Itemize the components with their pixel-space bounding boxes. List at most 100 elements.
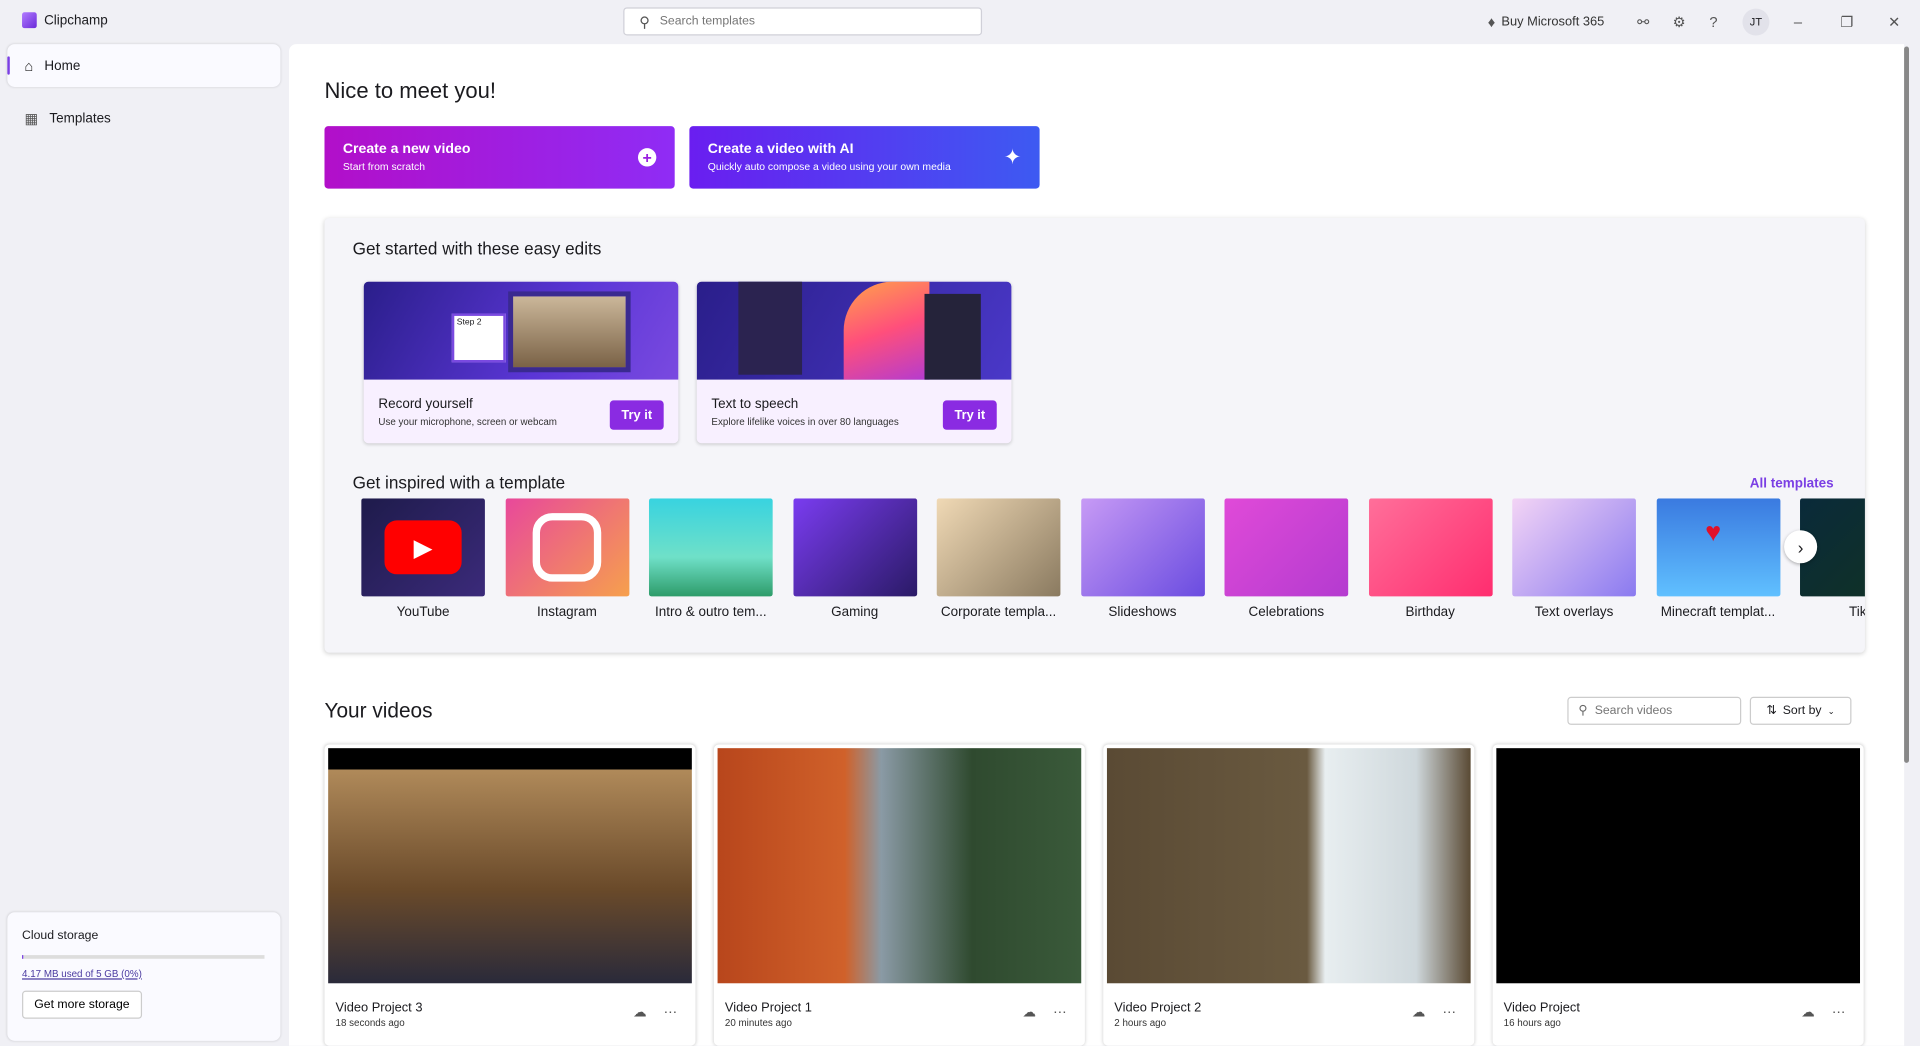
template-label: Instagram (536, 604, 597, 620)
more-options-icon[interactable]: ⋯ (1832, 1004, 1845, 1020)
cloud-off-icon[interactable]: ☁ (1412, 1004, 1425, 1020)
try-it-button[interactable]: Try it (942, 400, 997, 430)
card-title: Text to speech (711, 396, 799, 412)
template-item[interactable]: Text overlays (1512, 498, 1636, 620)
cloud-off-icon[interactable]: ☁ (633, 1004, 646, 1020)
close-icon[interactable]: ✕ (1888, 10, 1900, 34)
template-label: Text overlays (1534, 604, 1614, 620)
plus-circle-icon: + (637, 148, 657, 167)
search-videos[interactable]: ⚲ (1567, 696, 1742, 725)
template-thumbnail (1368, 498, 1493, 597)
share-icon[interactable]: ⚯ (1637, 10, 1649, 34)
template-item[interactable]: Celebrations (1224, 498, 1349, 620)
template-label: Celebrations (1248, 604, 1325, 620)
template-item[interactable]: Corporate templa... (936, 498, 1061, 620)
templates-icon: ▦ (24, 109, 39, 127)
text-to-speech-thumbnail (696, 281, 1012, 380)
diamond-icon: ♦ (1487, 13, 1496, 31)
clipchamp-logo-icon (22, 12, 37, 29)
buy-label: Buy Microsoft 365 (1501, 14, 1605, 30)
restore-icon[interactable]: ❐ (1840, 10, 1853, 34)
cloud-off-icon[interactable]: ☁ (1801, 1004, 1814, 1020)
sort-label: Sort by (1782, 704, 1822, 718)
template-item[interactable]: Intro & outro tem... (648, 498, 773, 620)
template-thumbnail (936, 498, 1061, 597)
youtube-play-icon: ▶ (384, 520, 462, 575)
template-label: Intro & outro tem... (655, 604, 767, 620)
template-label: Minecraft templat... (1660, 604, 1776, 620)
template-label: Gaming (831, 604, 879, 620)
video-time: 2 hours ago (1114, 1017, 1167, 1029)
all-templates-link[interactable]: All templates (1750, 476, 1834, 491)
sidebar-item-label: Templates (49, 110, 111, 126)
card-title: Record yourself (378, 396, 473, 412)
card-desc: Explore lifelike voices in over 80 langu… (711, 416, 899, 428)
get-more-storage-button[interactable]: Get more storage (22, 990, 142, 1019)
buy-microsoft-365-button[interactable]: ♦ Buy Microsoft 365 (1488, 10, 1605, 34)
template-item[interactable]: Slideshows (1080, 498, 1205, 620)
template-thumbnail: ♥ (1656, 498, 1780, 597)
search-videos-input[interactable] (1594, 704, 1730, 718)
template-item[interactable]: Instagram (505, 498, 629, 620)
template-label: TikT (1848, 604, 1865, 620)
gear-icon[interactable]: ⚙ (1673, 10, 1686, 34)
record-yourself-card[interactable]: Step 2 Record yourself Use your micropho… (363, 281, 679, 444)
create-video-with-ai-button[interactable]: Create a video with AI Quickly auto compo… (689, 126, 1040, 189)
template-thumbnail (505, 498, 629, 597)
sidebar-item-home[interactable]: ⌂ Home (7, 44, 281, 87)
home-icon: ⌂ (24, 56, 34, 75)
help-icon[interactable]: ? (1709, 10, 1717, 34)
template-label: Corporate templa... (940, 604, 1057, 620)
app-logo: Clipchamp (22, 12, 108, 29)
instagram-icon (532, 513, 601, 582)
text-to-speech-card[interactable]: Text to speech Explore lifelike voices i… (696, 281, 1012, 444)
easy-edits-heading: Get started with these easy edits (352, 238, 602, 259)
app-title: Clipchamp (44, 12, 108, 28)
video-time: 18 seconds ago (335, 1017, 405, 1029)
video-card[interactable]: Video Project 22 hours ago ☁ ⋯ (1103, 744, 1475, 1046)
sort-by-button[interactable]: ⇅ Sort by ⌄ (1749, 696, 1852, 725)
template-label: Slideshows (1108, 604, 1177, 620)
try-it-button[interactable]: Try it (609, 400, 664, 430)
template-thumbnail: ▶ (361, 498, 485, 597)
chevron-right-icon: › (1797, 536, 1804, 557)
more-options-icon[interactable]: ⋯ (1053, 1004, 1066, 1020)
template-thumbnail (792, 498, 917, 597)
template-label: Birthday (1405, 604, 1455, 620)
sidebar-item-templates[interactable]: ▦ Templates (7, 97, 280, 140)
storage-usage-link[interactable]: 4.17 MB used of 5 GB (0%) (22, 969, 266, 980)
avatar[interactable]: JT (1742, 8, 1770, 36)
video-thumbnail (1496, 748, 1861, 984)
heart-icon: ♥ (1705, 516, 1722, 548)
video-name: Video Project 3 (335, 1000, 423, 1016)
more-options-icon[interactable]: ⋯ (664, 1004, 677, 1020)
template-item[interactable]: ▶ YouTube (361, 498, 485, 620)
template-item[interactable]: ♥ Minecraft templat... (1656, 498, 1780, 620)
template-carousel: ▶ YouTube Instagram Intro & outro tem... Gam… (361, 498, 1865, 633)
video-thumbnail (328, 748, 692, 984)
cloud-storage-card: Cloud storage 4.17 MB used of 5 GB (0%) … (7, 912, 281, 1041)
search-templates[interactable]: ⚲ (623, 7, 983, 36)
video-time: 16 hours ago (1503, 1017, 1561, 1029)
create-new-video-button[interactable]: Create a new video Start from scratch + (324, 126, 675, 189)
video-card[interactable]: Video Project 3 18 seconds ago ☁ ⋯ (324, 744, 696, 1046)
storage-progress (22, 955, 265, 959)
template-item[interactable]: Birthday (1368, 498, 1493, 620)
video-card[interactable]: Video Project 1 20 minutes ago ☁ ⋯ (713, 744, 1085, 1046)
scrollbar[interactable] (1904, 46, 1909, 763)
cloud-off-icon[interactable]: ☁ (1022, 1004, 1035, 1020)
video-name: Video Project 2 (1114, 1000, 1202, 1016)
template-item[interactable]: Gaming (792, 498, 917, 620)
video-name: Video Project 1 (724, 1000, 812, 1016)
sparkle-icon: ✦ (1003, 145, 1022, 169)
title-bar: Clipchamp ⚲ ♦Buy Microsoft 365 ⚯ ⚙ ? JT … (0, 0, 1920, 43)
search-templates-input[interactable] (659, 14, 954, 29)
minimize-icon[interactable]: – (1794, 10, 1802, 34)
search-icon: ⚲ (639, 12, 650, 31)
more-options-icon[interactable]: ⋯ (1442, 1004, 1455, 1020)
templates-heading: Get inspired with a template (352, 472, 566, 493)
template-thumbnail (1512, 498, 1636, 597)
video-card[interactable]: Video Project 16 hours ago ☁ ⋯ (1492, 744, 1864, 1046)
carousel-next-button[interactable]: › (1784, 530, 1818, 564)
record-yourself-thumbnail: Step 2 (363, 281, 679, 380)
